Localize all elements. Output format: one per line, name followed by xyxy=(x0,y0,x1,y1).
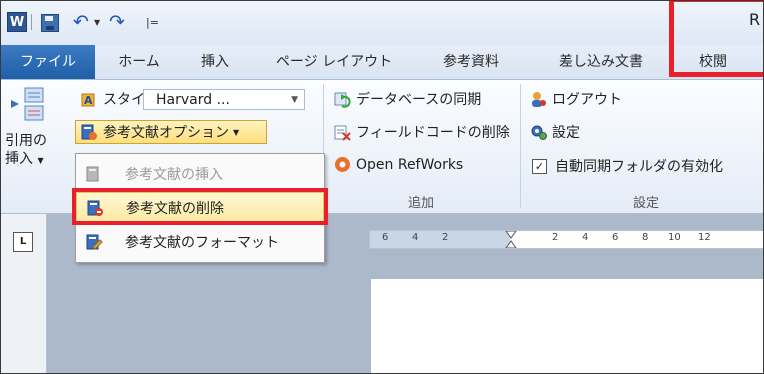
tab-page-layout[interactable]: ページ レイアウト xyxy=(261,49,407,75)
insert-citation-label-line2: 挿入 ▼ xyxy=(5,151,44,167)
word-app-icon[interactable]: W xyxy=(7,12,27,32)
menu-item-format-bibliography[interactable]: 参考文献のフォーマット xyxy=(76,226,324,258)
insert-citation-button[interactable] xyxy=(7,86,47,126)
database-sync-icon xyxy=(334,92,351,108)
ruler-tick: 2 xyxy=(552,232,559,243)
bibliography-options-label: 参考文献オプション xyxy=(103,125,229,141)
refworks-icon xyxy=(335,157,350,172)
save-icon[interactable] xyxy=(41,14,59,32)
group-separator xyxy=(520,84,521,208)
ruler-tick: 6 xyxy=(382,232,389,243)
delete-field-code-button[interactable]: フィールドコードの削除 xyxy=(334,122,510,142)
menu-item-insert-bibliography[interactable]: 参考文献の挿入 xyxy=(76,158,324,190)
highlight-annotation-box xyxy=(669,1,763,77)
bibliography-options-icon xyxy=(81,124,97,140)
group-label-add: 追加 xyxy=(408,196,435,211)
tab-references[interactable]: 参考資料 xyxy=(421,49,521,75)
style-icon: A xyxy=(81,93,95,107)
undo-icon[interactable]: ↶ xyxy=(73,11,89,33)
tab-selector-icon[interactable]: L xyxy=(13,232,33,252)
style-combobox[interactable]: Harvard ... ▼ xyxy=(143,89,305,110)
user-logout-icon xyxy=(532,91,546,107)
ruler-tick: 2 xyxy=(442,232,449,243)
style-value: Harvard ... xyxy=(156,92,230,108)
ribbon-tab-bar: ファイル ホーム 挿入 ページ レイアウト 参考資料 差し込み文書 校閲 xyxy=(1,45,763,80)
insert-bibliography-icon xyxy=(86,166,99,181)
tab-file[interactable]: ファイル xyxy=(1,45,95,79)
insert-citation-label[interactable]: 引用の 挿入 ▼ xyxy=(5,132,47,170)
settings-button[interactable]: 設定 xyxy=(530,122,580,142)
toolbar-separator xyxy=(31,14,32,30)
ruler-tick: 4 xyxy=(582,232,589,243)
redo-icon[interactable]: ↷ xyxy=(109,11,125,33)
checkbox-checked-icon[interactable]: ✓ xyxy=(532,158,547,174)
auto-sync-checkbox[interactable]: ✓ 自動同期フォルダの有効化 xyxy=(532,156,723,176)
database-sync-button[interactable]: データベースの同期 xyxy=(334,89,481,109)
ruler-tick: 8 xyxy=(642,232,649,243)
tab-home[interactable]: ホーム xyxy=(107,49,171,75)
word-window: W ↶ ▼ ↷ |= R ファイル ホーム 挿入 ページ レイアウト 参考資料 … xyxy=(0,0,764,374)
highlight-annotation-box xyxy=(72,188,328,225)
tab-mailings[interactable]: 差し込み文書 xyxy=(536,49,666,75)
ruler-tick: 10 xyxy=(668,232,681,243)
vertical-ruler-strip: L xyxy=(1,214,47,373)
logout-button[interactable]: ログアウト xyxy=(530,89,622,109)
insert-citation-label-line1: 引用の xyxy=(5,133,47,149)
ruler-margin xyxy=(370,231,510,248)
group-label-settings: 設定 xyxy=(633,196,660,211)
svg-text:A: A xyxy=(84,94,93,107)
format-bibliography-icon xyxy=(86,234,103,250)
document-page[interactable] xyxy=(371,279,763,373)
ruler-tick: 12 xyxy=(698,232,711,243)
bibliography-options-button[interactable]: 参考文献オプション ▼ xyxy=(75,120,267,144)
chevron-down-icon: ▼ xyxy=(233,127,240,137)
open-refworks-button[interactable]: Open RefWorks xyxy=(334,156,463,173)
indent-marker-icon[interactable] xyxy=(505,231,517,248)
gear-icon xyxy=(531,125,547,140)
chevron-down-icon[interactable]: ▼ xyxy=(291,90,298,111)
horizontal-ruler[interactable]: 6 4 2 2 4 6 8 10 12 xyxy=(369,230,763,249)
ruler-tick: 6 xyxy=(612,232,619,243)
delete-field-code-icon xyxy=(334,125,351,141)
undo-dropdown-icon[interactable]: ▼ xyxy=(94,12,100,32)
insert-citation-icon xyxy=(11,87,44,121)
quick-access-menu-button[interactable]: |= xyxy=(146,12,159,32)
ruler-tick: 4 xyxy=(412,232,419,243)
tab-insert[interactable]: 挿入 xyxy=(187,49,243,75)
title-bar: W ↶ ▼ ↷ |= R xyxy=(1,1,763,45)
